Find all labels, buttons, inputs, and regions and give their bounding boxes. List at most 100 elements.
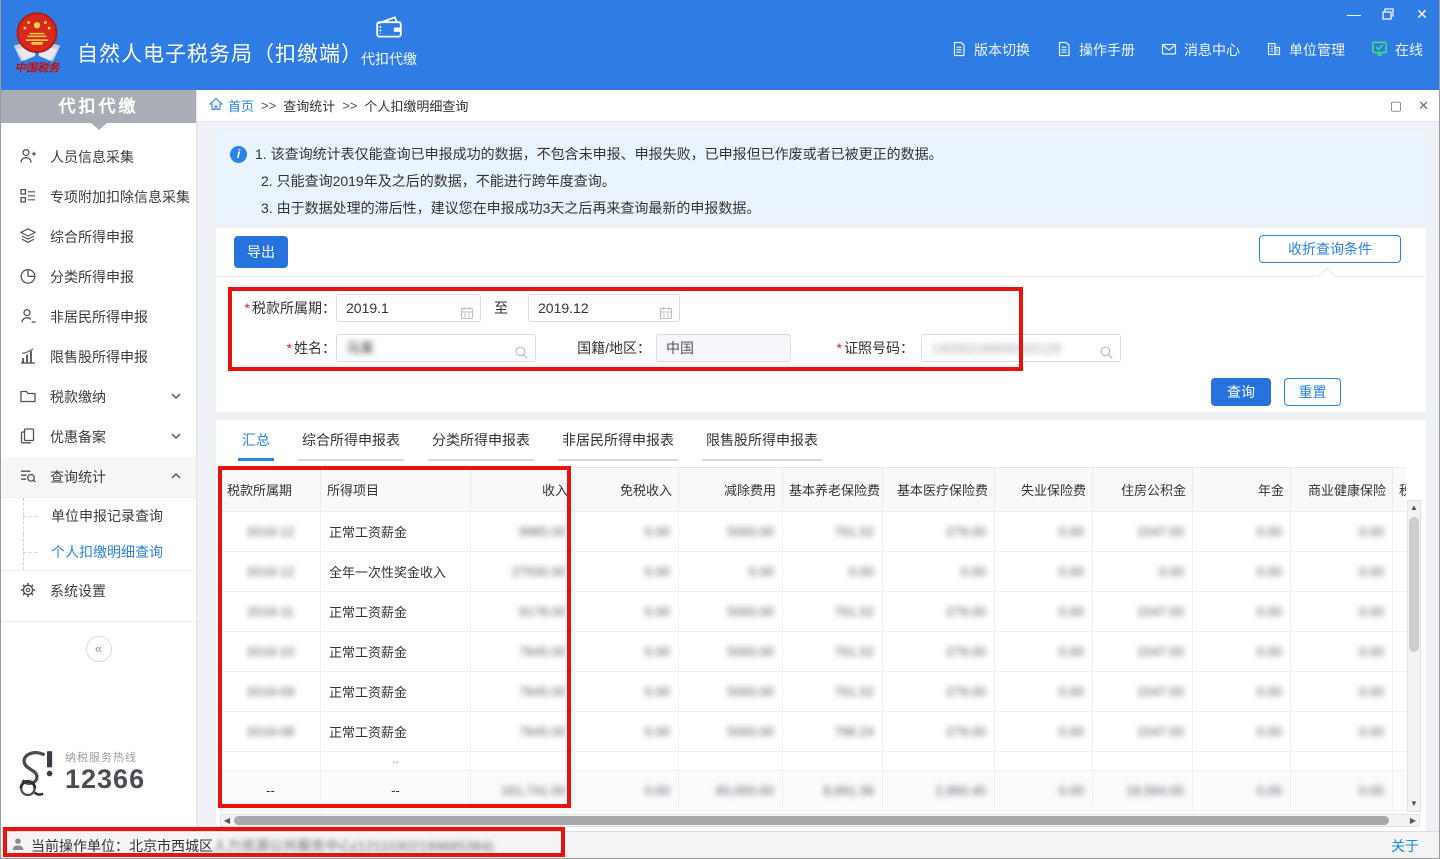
- scroll-left-arrow-icon[interactable]: ◀: [221, 815, 233, 826]
- form-row-period: *税款所属期： 2019.1 至 2019.12: [216, 294, 1426, 322]
- table-cell: 0.00: [575, 552, 679, 592]
- restore-icon[interactable]: [1379, 6, 1397, 22]
- table-cell: 279.00: [883, 592, 995, 632]
- sidebar-subitem-personal-withholding-detail[interactable]: 个人扣缴明细查询: [1, 534, 196, 570]
- table-header-cell: 免税收入: [575, 468, 679, 512]
- minimize-icon[interactable]: —: [1345, 6, 1363, 22]
- table-header-cell: 税: [1393, 468, 1407, 512]
- close-icon[interactable]: ✕: [1413, 6, 1431, 22]
- form-row-person: *姓名： 马某 国籍/地区： 中国 *证照号码： 130502199930422…: [216, 334, 1426, 362]
- search-list-icon: [19, 467, 37, 488]
- search-icon[interactable]: [1099, 342, 1114, 362]
- module-tab-daikou[interactable]: 代扣代缴: [351, 14, 427, 69]
- menu-unit-management[interactable]: 单位管理: [1266, 40, 1345, 60]
- menu-version-switch[interactable]: 版本切换: [951, 40, 1030, 60]
- sidebar-module-title: 代扣代缴: [1, 90, 196, 123]
- sidebar-item-special-deduction[interactable]: 专项附加扣除信息采集: [1, 177, 196, 217]
- scroll-down-arrow-icon[interactable]: ▼: [1408, 797, 1420, 811]
- table-cell: 0.00: [1291, 672, 1393, 712]
- name-input[interactable]: 马某: [336, 334, 536, 362]
- table-header-cell: 商业健康保险: [1291, 468, 1393, 512]
- table-cell: [1393, 632, 1407, 672]
- period-from-input[interactable]: 2019.1: [336, 294, 481, 322]
- period-to-input[interactable]: 2019.12: [528, 294, 680, 322]
- sidebar-item-preferential-filing[interactable]: 优惠备案: [1, 417, 196, 457]
- calendar-icon[interactable]: [460, 302, 474, 322]
- sidebar-item-system-settings[interactable]: 系统设置: [1, 571, 196, 611]
- person-icon: [19, 147, 37, 168]
- table-cell: 0.00: [1291, 632, 1393, 672]
- table-row[interactable]: 2019-12全年一次性奖金收入27500.000.000.000.000.00…: [221, 552, 1407, 592]
- table-header-cell: 税款所属期: [221, 468, 321, 512]
- table-row[interactable]: 2019-12正常工资薪金9985.000.005000.00761.52279…: [221, 512, 1407, 552]
- reset-button[interactable]: 重置: [1284, 378, 1341, 406]
- nationality-field: 中国: [656, 334, 791, 362]
- chart-icon: [19, 347, 37, 368]
- chevron-up-icon: [170, 469, 182, 485]
- table-cell: 5000.00: [679, 672, 783, 712]
- menu-message-center[interactable]: 消息中心: [1161, 40, 1240, 60]
- tab-comprehensive[interactable]: 综合所得申报表: [298, 428, 404, 461]
- table-cell: 7645.00: [471, 632, 575, 672]
- sidebar-item-nonresident-income[interactable]: 非居民所得申报: [1, 297, 196, 337]
- table-cell: 761.52: [783, 592, 883, 632]
- sidebar-item-tax-payment[interactable]: 税款缴纳: [1, 377, 196, 417]
- vertical-scrollbar[interactable]: ▲ ▼: [1407, 500, 1421, 812]
- sidebar-item-comprehensive-income[interactable]: 综合所得申报: [1, 217, 196, 257]
- table-cell: 正常工资薪金: [321, 672, 471, 712]
- tab-maximize-icon[interactable]: ▢: [1390, 98, 1402, 114]
- table-cell: [679, 752, 783, 771]
- export-button[interactable]: 导出: [234, 236, 288, 268]
- about-link[interactable]: 关于: [1391, 836, 1419, 856]
- horizontal-scroll-thumb[interactable]: [234, 816, 1389, 825]
- tab-classified[interactable]: 分类所得申报表: [428, 428, 534, 461]
- table-cell: 0.00: [1291, 712, 1393, 752]
- table-cell: [995, 752, 1093, 771]
- sidebar-collapse-button[interactable]: «: [86, 636, 112, 662]
- menu-manual[interactable]: 操作手册: [1056, 40, 1135, 60]
- breadcrumb-node-query-statistics[interactable]: 查询统计: [283, 96, 335, 115]
- tab-restricted-shares[interactable]: 限售股所得申报表: [702, 428, 822, 461]
- table-cell: 798.24: [783, 712, 883, 752]
- tab-nonresident[interactable]: 非居民所得申报表: [558, 428, 678, 461]
- sidebar-item-restricted-shares[interactable]: 限售股所得申报: [1, 337, 196, 377]
- table-total-row: ----161,741.000.0060,000.008,991.362,960…: [221, 771, 1407, 811]
- breadcrumb-home[interactable]: 首页: [209, 96, 254, 115]
- table-cell: 9985.00: [471, 512, 575, 552]
- table-row[interactable]: 2019-08正常工资薪金7645.000.005000.00798.24279…: [221, 712, 1407, 752]
- table-cell: [1291, 752, 1393, 771]
- menu-online-status[interactable]: 在线: [1371, 40, 1423, 60]
- table-cell: 60,000.00: [679, 771, 783, 811]
- result-panel: 汇总 综合所得申报表 分类所得申报表 非居民所得申报表 限售股所得申报表 税款所…: [216, 420, 1426, 831]
- table-header-cell: 年金: [1193, 468, 1291, 512]
- sidebar-item-classified-income[interactable]: 分类所得申报: [1, 257, 196, 297]
- collapse-query-button[interactable]: 收折查询条件: [1259, 235, 1401, 263]
- table-row[interactable]: 2019-09正常工资薪金7645.000.005000.00761.52279…: [221, 672, 1407, 712]
- sidebar-item-personnel-info[interactable]: 人员信息采集: [1, 137, 196, 177]
- table-row-partial: ..: [221, 752, 1407, 771]
- table-cell: 0.00: [995, 672, 1093, 712]
- status-bar: 当前操作单位： 北京市西城区 人力资源公共服务中心(12110302199685…: [1, 831, 1440, 859]
- layers-icon: [19, 227, 37, 248]
- scroll-up-arrow-icon[interactable]: ▲: [1408, 501, 1420, 515]
- table-cell: 1547.00: [1093, 712, 1193, 752]
- result-tabs: 汇总 综合所得申报表 分类所得申报表 非居民所得申报表 限售股所得申报表: [238, 428, 822, 461]
- table-row[interactable]: 2019-10正常工资薪金7645.000.005000.00761.52279…: [221, 632, 1407, 672]
- tab-close-icon[interactable]: ✕: [1418, 98, 1429, 114]
- calendar-icon[interactable]: [659, 302, 673, 322]
- tab-summary[interactable]: 汇总: [238, 428, 274, 461]
- scroll-right-arrow-icon[interactable]: ▶: [1407, 815, 1419, 826]
- table-row[interactable]: 2019-11正常工资薪金9178.000.005000.00761.52279…: [221, 592, 1407, 632]
- horizontal-scrollbar[interactable]: ◀ ▶: [220, 814, 1420, 827]
- table-cell: [783, 752, 883, 771]
- table-header-cell: 减除费用: [679, 468, 783, 512]
- table-cell: 0.00: [575, 512, 679, 552]
- search-icon[interactable]: [514, 342, 529, 362]
- sidebar-subitem-unit-declare-records[interactable]: 单位申报记录查询: [1, 498, 196, 534]
- vertical-scroll-thumb[interactable]: [1409, 517, 1419, 652]
- sidebar-item-query-statistics[interactable]: 查询统计: [1, 457, 196, 497]
- query-button[interactable]: 查询: [1211, 378, 1271, 406]
- id-number-input[interactable]: 130502199930422129: [921, 334, 1121, 362]
- online-monitor-icon: [1371, 40, 1388, 60]
- mail-icon: [1161, 41, 1177, 60]
